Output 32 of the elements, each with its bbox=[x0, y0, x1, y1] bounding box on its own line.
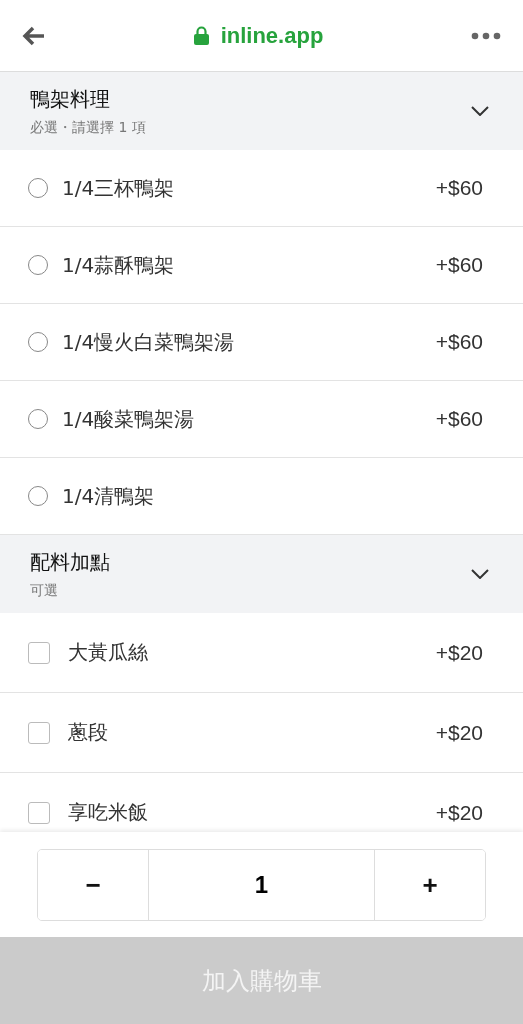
section-title: 配料加點 bbox=[30, 548, 110, 576]
option-price: +$20 bbox=[435, 800, 483, 825]
checkbox[interactable] bbox=[28, 801, 50, 824]
back-arrow-icon[interactable] bbox=[22, 25, 46, 46]
option-price: +$20 bbox=[435, 640, 483, 665]
minus-button[interactable]: − bbox=[38, 850, 149, 920]
quantity-value: 1 bbox=[253, 870, 270, 900]
chevron-icon[interactable] bbox=[471, 569, 489, 579]
option-price: +$60 bbox=[435, 253, 483, 277]
option-name: 大黃瓜絲 bbox=[68, 639, 149, 666]
option-price: +$60 bbox=[435, 407, 483, 431]
checkbox[interactable] bbox=[28, 641, 50, 664]
section-title: 鴨架料理 bbox=[30, 85, 111, 113]
option-name: 享吃米飯 bbox=[68, 799, 149, 826]
section-subtitle: 必選・請選擇 1 項 bbox=[30, 118, 146, 137]
more-icon[interactable] bbox=[471, 31, 501, 40]
plus-button[interactable]: + bbox=[374, 850, 485, 920]
option-price: +$60 bbox=[435, 176, 483, 200]
chevron-icon[interactable] bbox=[471, 106, 489, 116]
url-text: inline.app bbox=[220, 22, 324, 49]
option-price: +$20 bbox=[435, 720, 483, 745]
option-name: 蔥段 bbox=[68, 719, 109, 746]
option-name: 1/4蒜酥鴨架 bbox=[62, 251, 176, 279]
section-subtitle: 可選 bbox=[30, 581, 59, 600]
option-name: 1/4三杯鴨架 bbox=[62, 174, 176, 202]
option-price: +$60 bbox=[435, 330, 483, 354]
option-name: 1/4酸菜鴨架湯 bbox=[62, 405, 196, 433]
checkbox[interactable] bbox=[28, 721, 50, 744]
section-header[interactable]: 配料加點 可選 bbox=[0, 535, 523, 613]
option-name: 1/4清鴨架 bbox=[62, 482, 156, 510]
option-name: 1/4慢火白菜鴨架湯 bbox=[62, 328, 236, 356]
section-header[interactable]: 鴨架料理 必選・請選擇 1 項 bbox=[0, 72, 523, 150]
